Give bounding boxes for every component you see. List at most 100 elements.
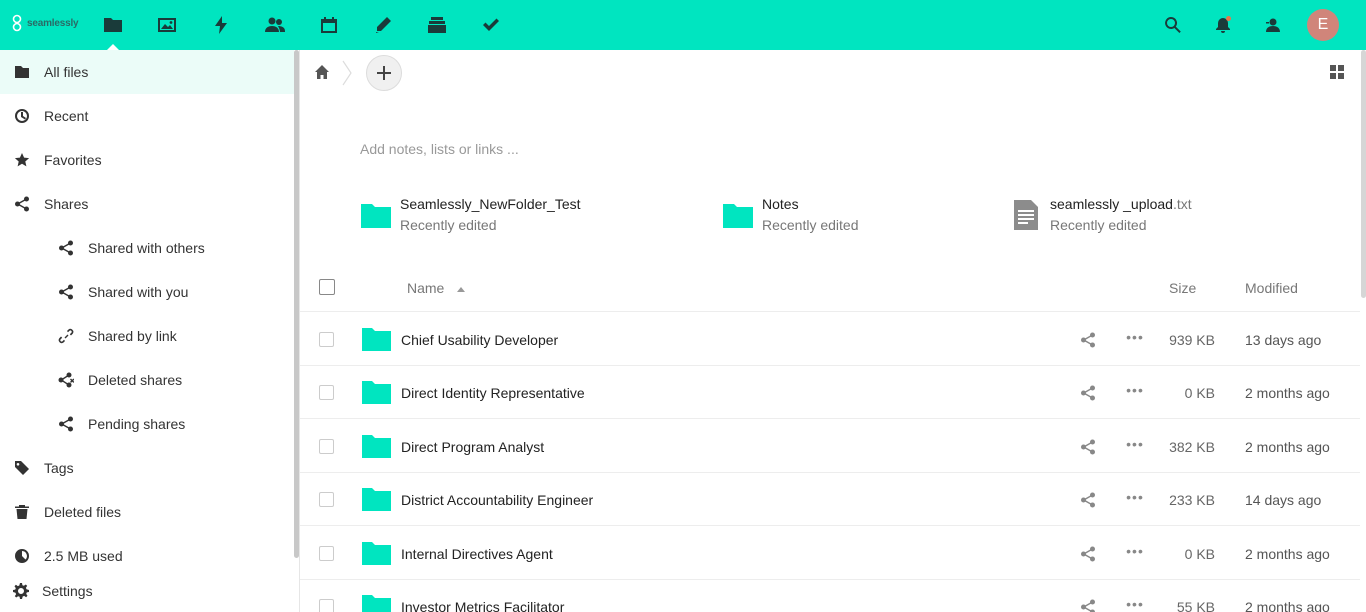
share-icon[interactable] xyxy=(1080,385,1096,401)
share-icon[interactable] xyxy=(1080,439,1096,455)
sidebar-item-shared-with-others[interactable]: Shared with others xyxy=(0,226,294,270)
file-name[interactable]: Direct Identity Representative xyxy=(401,385,585,401)
logo-text: seamlessly xyxy=(27,17,79,29)
row-checkbox[interactable] xyxy=(319,492,334,507)
file-name[interactable]: Investor Metrics Facilitator xyxy=(401,599,564,612)
folder-icon xyxy=(362,435,391,458)
folder-icon xyxy=(362,542,391,565)
sidebar-item-favorites[interactable]: Favorites xyxy=(0,138,294,182)
trash-icon xyxy=(14,504,30,520)
table-row[interactable]: Direct Identity Representative ••• 0 KB … xyxy=(300,366,1360,419)
sidebar-item-label: Shares xyxy=(44,196,89,212)
file-modified: 2 months ago xyxy=(1245,599,1330,612)
sidebar-item-deleted-shares[interactable]: Deleted shares xyxy=(0,358,294,402)
sidebar-item-shares[interactable]: Shares xyxy=(0,182,294,226)
file-size: 233 KB xyxy=(1169,492,1215,508)
app-contacts-icon[interactable] xyxy=(263,13,287,37)
recent-item[interactable]: Seamlessly_NewFolder_Test Recently edite… xyxy=(361,193,691,237)
row-checkbox[interactable] xyxy=(319,546,334,561)
sidebar-item-label: Shared with you xyxy=(88,284,189,300)
sidebar-item-shared-by-link[interactable]: Shared by link xyxy=(0,314,294,358)
app-files-icon[interactable] xyxy=(101,13,125,37)
share-icon[interactable] xyxy=(1080,599,1096,612)
search-icon[interactable] xyxy=(1161,13,1185,37)
notifications-bell-icon[interactable] xyxy=(1211,13,1235,37)
file-name[interactable]: Chief Usability Developer xyxy=(401,332,558,348)
sidebar-item-label: Shared by link xyxy=(88,328,177,344)
main-scrollbar[interactable] xyxy=(1361,50,1366,298)
text-file-icon xyxy=(1014,200,1038,230)
row-checkbox[interactable] xyxy=(319,439,334,454)
contacts-menu-icon[interactable] xyxy=(1261,13,1285,37)
sidebar-item-tags[interactable]: Tags xyxy=(0,446,294,490)
column-size-header[interactable]: Size xyxy=(1169,280,1196,296)
sidebar-item-settings[interactable]: Settings xyxy=(0,569,294,612)
user-avatar[interactable]: E xyxy=(1307,9,1339,41)
app-photos-icon[interactable] xyxy=(155,13,179,37)
sidebar-item-all-files[interactable]: All files xyxy=(0,50,294,94)
file-name[interactable]: Direct Program Analyst xyxy=(401,439,544,455)
rich-workspace-placeholder[interactable]: Add notes, lists or links ... xyxy=(360,141,519,157)
seamlessly-logo[interactable]: seamlessly xyxy=(10,14,79,32)
row-checkbox[interactable] xyxy=(319,599,334,612)
sidebar-item-deleted-files[interactable]: Deleted files xyxy=(0,490,294,534)
sort-asc-icon xyxy=(457,287,465,292)
app-tasks-icon[interactable] xyxy=(479,13,503,37)
file-modified: 13 days ago xyxy=(1245,332,1322,348)
new-file-button[interactable] xyxy=(366,55,402,91)
recent-item-status: Recently edited xyxy=(1050,217,1147,233)
app-calendar-icon[interactable] xyxy=(317,13,341,37)
sidebar-item-recent[interactable]: Recent xyxy=(0,94,294,138)
tag-icon xyxy=(14,460,30,476)
recent-item-name: seamlessly _upload.txt xyxy=(1050,196,1192,212)
column-modified-header[interactable]: Modified xyxy=(1245,280,1298,296)
breadcrumb-separator-icon xyxy=(342,60,352,86)
folder-icon xyxy=(362,488,391,511)
app-header: seamlessly E xyxy=(0,0,1366,50)
file-name[interactable]: District Accountability Engineer xyxy=(401,492,593,508)
app-deck-icon[interactable] xyxy=(425,13,449,37)
app-notes-icon[interactable] xyxy=(371,13,395,37)
file-modified: 2 months ago xyxy=(1245,439,1330,455)
share-icon[interactable] xyxy=(1080,332,1096,348)
recent-item[interactable]: Notes Recently edited xyxy=(723,193,973,237)
sidebar-item-label: All files xyxy=(44,64,89,80)
file-size: 0 KB xyxy=(1184,546,1215,562)
folder-icon xyxy=(723,204,753,228)
recent-item[interactable]: seamlessly _upload.txt Recently edited xyxy=(1011,193,1311,237)
sidebar-item-shared-with-you[interactable]: Shared with you xyxy=(0,270,294,314)
table-row[interactable]: Internal Directives Agent ••• 0 KB 2 mon… xyxy=(300,527,1360,580)
table-row[interactable]: Investor Metrics Facilitator ••• 55 KB 2… xyxy=(300,580,1360,612)
row-checkbox[interactable] xyxy=(319,332,334,347)
app-activity-icon[interactable] xyxy=(209,13,233,37)
deleted-share-icon xyxy=(58,372,74,388)
quota-pie-icon xyxy=(14,548,30,564)
share-icon xyxy=(58,416,74,432)
share-icon[interactable] xyxy=(1080,492,1096,508)
sidebar-item-label: Shared with others xyxy=(88,240,205,256)
file-name[interactable]: Internal Directives Agent xyxy=(401,546,553,562)
folder-icon xyxy=(14,64,30,80)
sidebar-navigation: All files Recent Favorites Shares Shared… xyxy=(0,50,294,612)
column-name-header[interactable]: Name xyxy=(407,280,444,296)
file-size: 55 KB xyxy=(1176,599,1215,612)
logo-mark-icon xyxy=(12,14,22,32)
files-main-area: Add notes, lists or links ... Seamlessly… xyxy=(300,50,1360,612)
row-checkbox[interactable] xyxy=(319,385,334,400)
sidebar-item-label: Pending shares xyxy=(88,416,186,432)
share-icon[interactable] xyxy=(1080,546,1096,562)
home-icon[interactable] xyxy=(314,64,330,80)
sidebar-item-label: Settings xyxy=(42,583,93,599)
grid-view-icon[interactable] xyxy=(1330,65,1344,79)
recent-item-name: Seamlessly_NewFolder_Test xyxy=(400,196,581,212)
recent-item-status: Recently edited xyxy=(762,217,859,233)
share-icon xyxy=(58,240,74,256)
plus-icon xyxy=(377,66,391,80)
table-row[interactable]: District Accountability Engineer ••• 233… xyxy=(300,473,1360,526)
select-all-checkbox[interactable] xyxy=(319,279,335,295)
link-icon xyxy=(58,328,74,344)
sidebar-item-pending-shares[interactable]: Pending shares xyxy=(0,402,294,446)
table-row[interactable]: Direct Program Analyst ••• 382 KB 2 mont… xyxy=(300,420,1360,473)
file-modified: 14 days ago xyxy=(1245,492,1322,508)
table-row[interactable]: Chief Usability Developer ••• 939 KB 13 … xyxy=(300,313,1360,366)
